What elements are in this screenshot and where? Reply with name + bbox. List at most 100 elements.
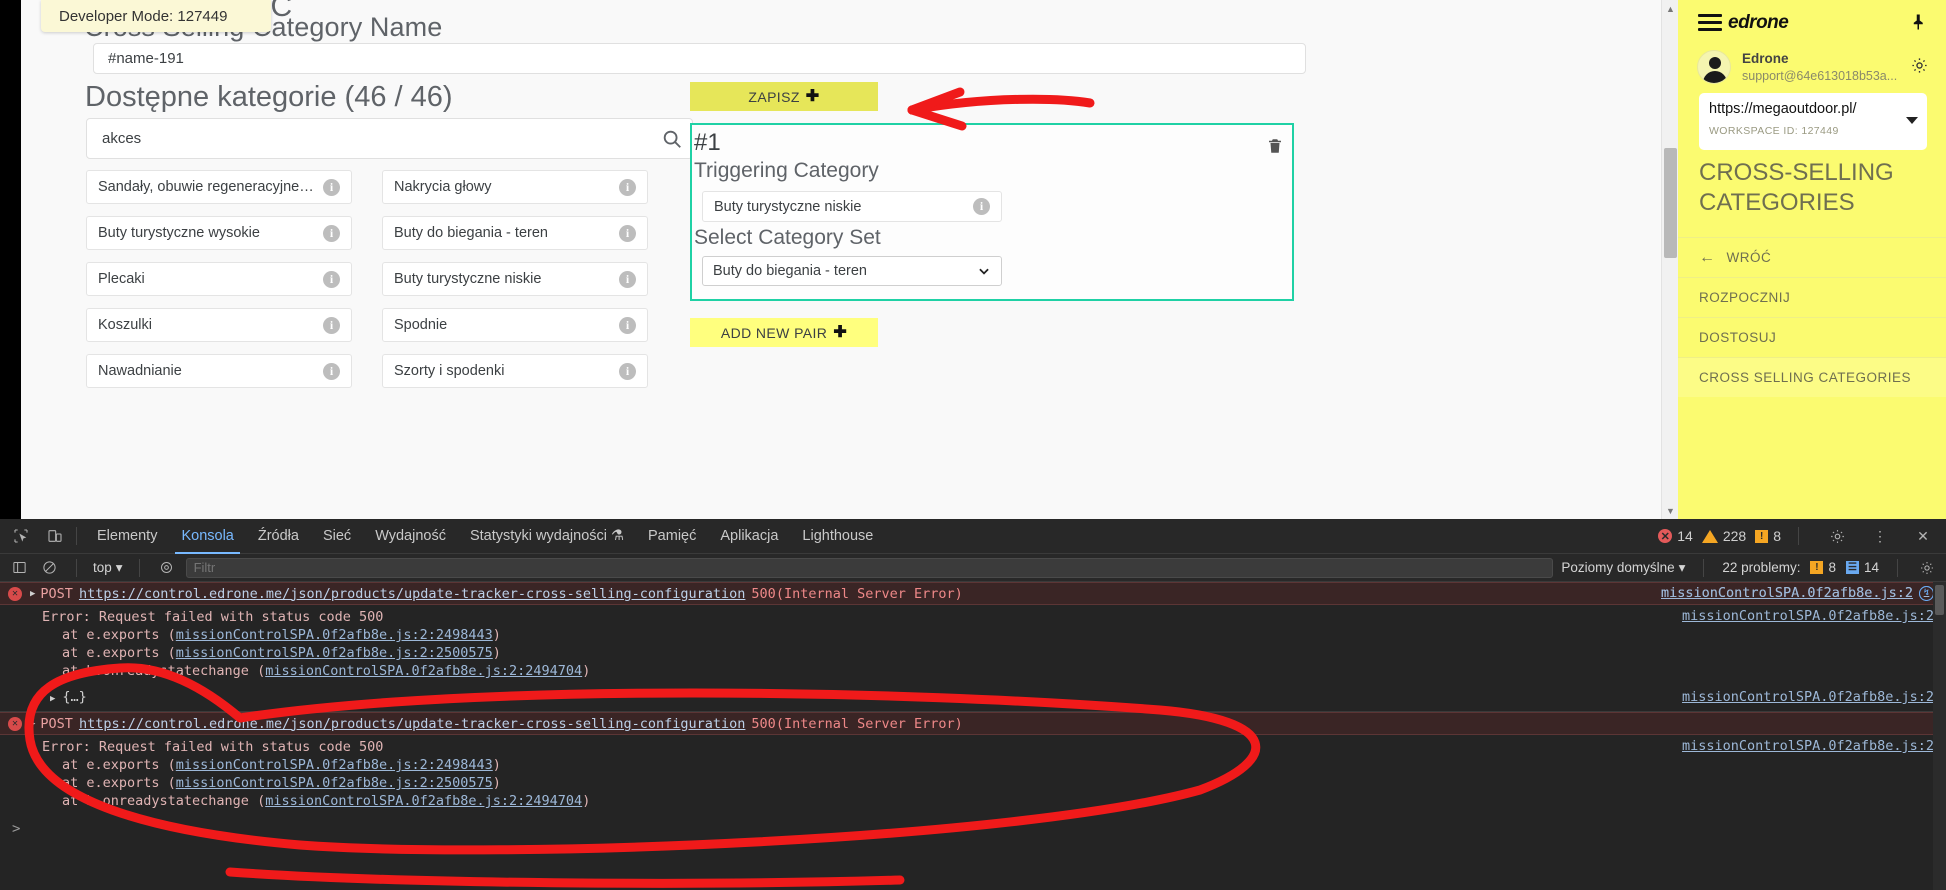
category-item[interactable]: Buty turystyczne wysokie i [86, 216, 352, 250]
close-icon[interactable]: ✕ [1910, 523, 1936, 549]
triggering-category-field[interactable]: Buty turystyczne niskie i [702, 191, 1002, 222]
info-icon[interactable]: i [323, 316, 340, 334]
scrollbar-thumb[interactable] [1664, 148, 1677, 258]
console-scrollbar-thumb[interactable] [1935, 585, 1944, 615]
info-count: 8 [1773, 528, 1781, 544]
info-icon[interactable]: i [619, 316, 636, 334]
page-scrollbar[interactable]: ▲ ▼ [1661, 0, 1678, 519]
sidebar-item-cross-selling-categories[interactable]: CROSS SELLING CATEGORIES [1678, 357, 1946, 397]
category-set-select[interactable]: Buty do biegania - teren [702, 256, 1002, 286]
device-toolbar-icon[interactable] [42, 523, 68, 549]
stack-frame-link[interactable]: missionControlSPA.0f2afb8e.js:2:2500575 [176, 645, 493, 661]
info-icon[interactable]: i [619, 270, 636, 288]
delete-pair-icon[interactable] [1266, 136, 1284, 156]
category-item[interactable]: Plecaki i [86, 262, 352, 296]
tab-statystyki-wydajności[interactable]: Statystyki wydajności ⚗ [458, 519, 636, 554]
category-item[interactable]: Nawadnianie i [86, 354, 352, 388]
info-icon[interactable]: i [619, 178, 636, 196]
error-badge[interactable]: ✕ 14 [1658, 528, 1693, 544]
stack-frame-link[interactable]: missionControlSPA.0f2afb8e.js:2:2500575 [176, 775, 493, 791]
clear-console-icon[interactable] [38, 557, 60, 579]
stack-frame-link[interactable]: missionControlSPA.0f2afb8e.js:2:2498443 [176, 627, 493, 643]
category-search-input[interactable] [87, 119, 662, 158]
console-error-row[interactable]: ✕ ▶ POST https://control.edrone.me/json/pro… [0, 582, 1946, 605]
workspace-selector[interactable]: https://megaoutdoor.pl/ WORKSPACE ID: 12… [1699, 93, 1927, 150]
console-filter-input[interactable] [185, 557, 1554, 578]
live-expression-icon[interactable] [156, 557, 178, 579]
info-icon[interactable]: i [323, 178, 340, 196]
tab-źródła[interactable]: Źródła [246, 519, 311, 554]
category-item[interactable]: Buty turystyczne niskie i [382, 262, 648, 296]
info-icon[interactable]: i [323, 224, 340, 242]
save-button[interactable]: ZAPISZ ✚ [690, 82, 878, 111]
info-badge[interactable]: ! 8 [1755, 528, 1781, 544]
tab-lighthouse[interactable]: Lighthouse [790, 519, 885, 554]
console-scrollbar[interactable] [1933, 582, 1946, 890]
tab-wydajność[interactable]: Wydajność [363, 519, 458, 554]
menu-icon[interactable] [1698, 14, 1722, 35]
info-icon[interactable]: i [323, 270, 340, 288]
sidebar-item-dostosuj[interactable]: DOSTOSUJ [1678, 317, 1946, 357]
category-item[interactable]: Koszulki i [86, 308, 352, 342]
category-name-input[interactable] [93, 43, 1306, 74]
sidebar-item-rozpocznij[interactable]: ROZPOCZNIJ [1678, 277, 1946, 317]
stack-frame-link[interactable]: missionControlSPA.0f2afb8e.js:2:2498443 [176, 757, 493, 773]
category-item[interactable]: Spodnie i [382, 308, 648, 342]
chevron-down-icon[interactable] [1906, 117, 1918, 124]
tab-sieć[interactable]: Sieć [311, 519, 363, 554]
tab-pamięć[interactable]: Pamięć [636, 519, 708, 554]
devtools-status: ✕ 14 228 ! 8 ⋮ ✕ [1658, 523, 1946, 549]
log-levels-selector[interactable]: Poziomy domyślne ▾ [1561, 560, 1685, 576]
context-selector[interactable]: top ▾ [93, 560, 123, 576]
source-link[interactable]: missionControlSPA.0f2afb8e.js:2 ↯ [1661, 585, 1934, 601]
category-item[interactable]: Szorty i spodenki i [382, 354, 648, 388]
sidebar-nav: ← WRÓĆ ROZPOCZNIJ DOSTOSUJ CROSS SELLING CAT… [1678, 237, 1946, 397]
network-icon[interactable]: ↯ [1919, 585, 1934, 601]
expand-triangle-icon[interactable]: ▶ [50, 694, 55, 704]
category-search-box[interactable] [86, 118, 693, 159]
stack-source-link[interactable]: missionControlSPA.0f2afb8e.js:2 [1682, 608, 1934, 624]
console-output[interactable]: ✕ ▶ POST https://control.edrone.me/json/pro… [0, 582, 1946, 890]
stack-source-link[interactable]: missionControlSPA.0f2afb8e.js:2 [1682, 738, 1934, 754]
source-link[interactable]: missionControlSPA.0f2afb8e.js:2 [1682, 689, 1934, 705]
more-options-icon[interactable]: ⋮ [1867, 523, 1893, 549]
console-prompt[interactable]: > [0, 813, 1946, 837]
sidebar-item-wróć[interactable]: ← WRÓĆ [1678, 237, 1946, 277]
problems-warning-badge[interactable]: ! 8 [1810, 560, 1836, 575]
request-url[interactable]: https://control.edrone.me/json/products/… [79, 586, 745, 602]
request-url[interactable]: https://control.edrone.me/json/products/… [79, 716, 745, 732]
console-settings-gear-icon[interactable] [1916, 557, 1938, 579]
sidebar-toggle-icon[interactable] [8, 557, 30, 579]
pin-icon[interactable] [1910, 12, 1928, 32]
stack-frame-fn: at b.onreadystatechange ( [62, 663, 266, 679]
add-new-pair-button[interactable]: ADD NEW PAIR ✚ [690, 318, 878, 347]
tab-aplikacja[interactable]: Aplikacja [708, 519, 790, 554]
scroll-down-arrow[interactable]: ▼ [1662, 502, 1679, 519]
category-item[interactable]: Nakrycia głowy i [382, 170, 648, 204]
category-item-label: Szorty i spodenki [394, 363, 505, 379]
category-item[interactable]: Sandały, obuwie regeneracyjne i miejskie… [86, 170, 352, 204]
expand-triangle-icon[interactable]: ▶ [30, 589, 35, 599]
gear-icon[interactable] [1910, 56, 1929, 75]
tab-konsola[interactable]: Konsola [169, 519, 245, 554]
settings-gear-icon[interactable] [1824, 523, 1850, 549]
stack-frame-link[interactable]: missionControlSPA.0f2afb8e.js:2:2494704 [265, 663, 582, 679]
info-icon[interactable]: i [973, 198, 990, 215]
console-error-row[interactable]: ✕ ▶ POST https://control.edrone.me/json/pro… [0, 585, 1946, 735]
stack-frame-link[interactable]: missionControlSPA.0f2afb8e.js:2:2494704 [265, 793, 582, 809]
warning-badge[interactable]: 228 [1701, 528, 1746, 544]
category-item-label: Buty do biegania - teren [394, 225, 548, 241]
category-item[interactable]: Buty do biegania - teren i [382, 216, 648, 250]
scroll-up-arrow[interactable]: ▲ [1662, 0, 1679, 17]
info-icon[interactable]: i [619, 224, 636, 242]
info-icon[interactable]: i [619, 362, 636, 380]
inspect-element-icon[interactable] [8, 523, 34, 549]
info-icon[interactable]: i [323, 362, 340, 380]
problems-label: 22 problemy: [1722, 560, 1801, 575]
context-label: top [93, 560, 112, 575]
problems-info-badge[interactable]: ☰ 14 [1845, 560, 1879, 575]
sidebar-item-label: ROZPOCZNIJ [1699, 290, 1791, 305]
console-object-row[interactable]: ▶ {…} missionControlSPA.0f2afb8e.js:2 [0, 683, 1946, 712]
tab-elementy[interactable]: Elementy [85, 519, 169, 554]
expand-triangle-icon[interactable]: ▶ [30, 719, 35, 729]
